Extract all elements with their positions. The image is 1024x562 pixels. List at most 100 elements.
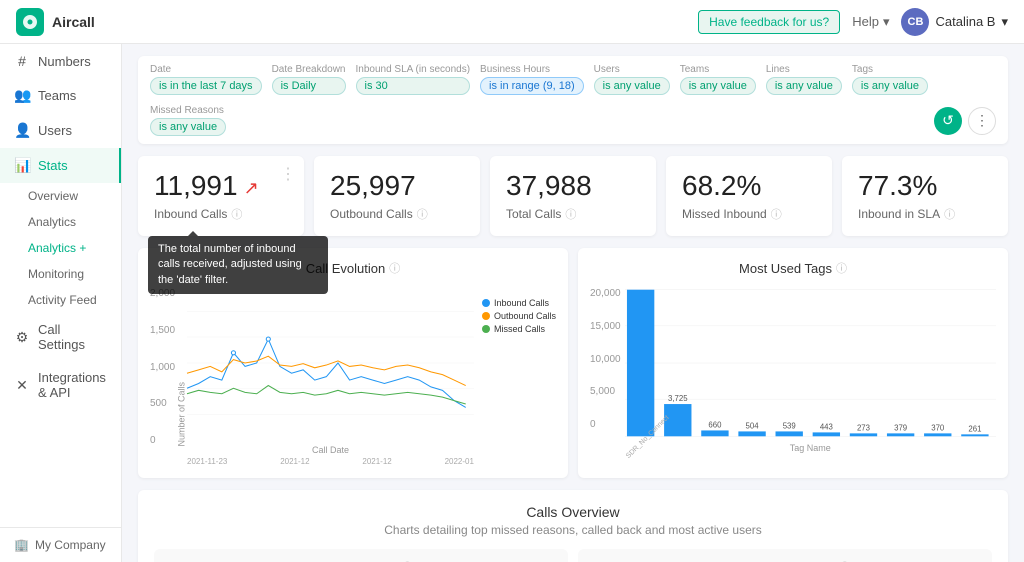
- filter-lines-value[interactable]: is any value: [766, 77, 842, 95]
- info-icon[interactable]: ⓘ: [944, 206, 955, 222]
- sidebar-sub-label-activity: Activity Feed: [28, 293, 97, 307]
- inbound-tooltip: The total number of inbound calls receiv…: [148, 236, 328, 294]
- tags-chart-svg: 17,049 3,725 660 504 539: [625, 288, 996, 438]
- filter-date-label: Date: [150, 64, 262, 75]
- filter-breakdown-label: Date Breakdown: [272, 64, 346, 75]
- stat-label-inbound: Inbound Calls ⓘ: [154, 206, 288, 222]
- info-icon[interactable]: ⓘ: [231, 206, 242, 222]
- svg-text:379: 379: [894, 423, 907, 432]
- sidebar-label-numbers: Numbers: [38, 54, 91, 69]
- svg-text:273: 273: [857, 423, 870, 432]
- sidebar-sub-monitoring[interactable]: Monitoring: [0, 261, 121, 287]
- info-icon[interactable]: ⓘ: [771, 206, 782, 222]
- sidebar-item-users[interactable]: 👤 Users: [0, 113, 121, 148]
- sidebar-item-integrations[interactable]: ✕ Integrations & API: [0, 361, 121, 409]
- stat-more-icon[interactable]: ⋮: [280, 164, 296, 184]
- sidebar-item-call-settings[interactable]: ⚙ Call Settings: [0, 313, 121, 361]
- sidebar-label-company: My Company: [35, 538, 106, 552]
- filter-sla-label: Inbound SLA (in seconds): [356, 64, 471, 75]
- sidebar-sub-label-monitoring: Monitoring: [28, 267, 84, 281]
- sidebar-label-call-settings: Call Settings: [38, 322, 107, 352]
- legend-dot-inbound: [482, 299, 490, 307]
- filter-tags-value[interactable]: is any value: [852, 77, 928, 95]
- user-name: Catalina B: [935, 14, 995, 29]
- filter-sla: Inbound SLA (in seconds) is 30: [356, 64, 471, 95]
- user-menu[interactable]: CB Catalina B ▾: [901, 8, 1008, 36]
- topbar: Aircall Have feedback for us? Help ▾ CB …: [0, 0, 1024, 44]
- x-axis-title: Call Date: [187, 445, 474, 455]
- trend-arrow-icon: ↗: [244, 178, 259, 199]
- filter-users-value[interactable]: is any value: [594, 77, 670, 95]
- stat-card-sla: 77.3% Inbound in SLA ⓘ: [842, 156, 1008, 236]
- missed-reasons-chart: Missed Reasons ⓘ 3,000 1,500 0 2,762: [154, 549, 568, 562]
- stat-value-outbound: 25,997: [330, 170, 464, 202]
- more-options-button[interactable]: ⋮: [968, 107, 996, 135]
- svg-text:261: 261: [968, 424, 981, 433]
- stat-label-missed: Missed Inbound ⓘ: [682, 206, 816, 222]
- chart-plot-area: Number of Calls: [187, 288, 474, 466]
- filter-hours: Business Hours is in range (9, 18): [480, 64, 584, 95]
- info-icon[interactable]: ⓘ: [836, 260, 847, 276]
- stat-card-missed: 68.2% Missed Inbound ⓘ: [666, 156, 832, 236]
- stat-card-outbound: 25,997 Outbound Calls ⓘ: [314, 156, 480, 236]
- stat-card-inbound: ⋮ 11,991 ↗ Inbound Calls ⓘ The total num…: [138, 156, 304, 236]
- filter-missed: Missed Reasons is any value: [150, 105, 226, 136]
- filter-breakdown: Date Breakdown is Daily: [272, 64, 346, 95]
- help-button[interactable]: Help ▾: [852, 14, 889, 30]
- svg-text:370: 370: [931, 423, 945, 432]
- refresh-button[interactable]: ↺: [934, 107, 962, 135]
- sidebar-item-teams[interactable]: 👥 Teams: [0, 78, 121, 113]
- sidebar-sub-label-overview: Overview: [28, 189, 78, 203]
- filter-breakdown-value[interactable]: is Daily: [272, 77, 346, 95]
- most-used-tags-title: Most Used Tags ⓘ: [578, 248, 1008, 280]
- filter-hours-value[interactable]: is in range (9, 18): [480, 77, 584, 95]
- chevron-down-icon: ▾: [1001, 14, 1008, 30]
- filter-missed-label: Missed Reasons: [150, 105, 226, 116]
- sidebar-sub-activity-feed[interactable]: Activity Feed: [0, 287, 121, 313]
- avatar: CB: [901, 8, 929, 36]
- teams-icon: 👥: [14, 87, 30, 104]
- x-axis-labels: 2021-11-23 2021-12 2021-12 2022-01: [187, 457, 474, 466]
- info-icon[interactable]: ⓘ: [565, 206, 576, 222]
- sidebar-item-stats[interactable]: 📊 Stats: [0, 148, 121, 183]
- filter-tags-label: Tags: [852, 64, 928, 75]
- filter-lines: Lines is any value: [766, 64, 842, 95]
- settings-icon: ⚙: [14, 329, 30, 346]
- filter-teams-value[interactable]: is any value: [680, 77, 756, 95]
- call-evolution-legend: Inbound Calls Outbound Calls Missed Call…: [482, 288, 556, 466]
- info-icon[interactable]: ⓘ: [417, 206, 428, 222]
- filter-sla-value[interactable]: is 30: [356, 77, 471, 95]
- most-used-tags-card: Most Used Tags ⓘ 20,000 15,000 10,000 5,…: [578, 248, 1008, 478]
- stat-value-missed: 68.2%: [682, 170, 816, 202]
- legend-outbound: Outbound Calls: [482, 311, 556, 321]
- sidebar-label-stats: Stats: [38, 158, 68, 173]
- sidebar-footer-company[interactable]: 🏢 My Company: [0, 527, 121, 562]
- sidebar-item-numbers[interactable]: # Numbers: [0, 44, 121, 78]
- svg-text:3,725: 3,725: [668, 394, 688, 403]
- sidebar-sub-overview[interactable]: Overview: [0, 183, 121, 209]
- call-type-weekday-chart: Call Type - Week Day ⓘ 10,000 0 2,898: [578, 549, 992, 562]
- feedback-button[interactable]: Have feedback for us?: [698, 10, 840, 34]
- legend-inbound: Inbound Calls: [482, 298, 556, 308]
- info-icon[interactable]: ⓘ: [389, 260, 400, 276]
- filter-date-value[interactable]: is in the last 7 days: [150, 77, 262, 95]
- integrations-icon: ✕: [14, 377, 30, 394]
- filter-date: Date is in the last 7 days: [150, 64, 262, 95]
- tags-x-axis: SDR_No_Connect: [625, 455, 996, 462]
- calls-overview-title: Calls Overview: [154, 504, 992, 520]
- main-layout: # Numbers 👥 Teams 👤 Users 📊 Stats Overvi…: [0, 44, 1024, 562]
- filter-tags: Tags is any value: [852, 64, 928, 95]
- sidebar-sub-analytics[interactable]: Analytics: [0, 209, 121, 235]
- calls-overview-subtitle: Charts detailing top missed reasons, cal…: [154, 523, 992, 537]
- users-icon: 👤: [14, 122, 30, 139]
- topbar-right: Have feedback for us? Help ▾ CB Catalina…: [698, 8, 1008, 36]
- call-evolution-svg: [187, 288, 474, 438]
- filter-missed-value[interactable]: is any value: [150, 118, 226, 136]
- call-evolution-area: 2,000 1,500 1,000 500 0 Number of Calls: [138, 280, 568, 478]
- sidebar-sub-analytics-plus[interactable]: Analytics +: [0, 235, 121, 261]
- y-axis-title: Number of Calls: [176, 382, 186, 447]
- svg-text:539: 539: [782, 421, 795, 430]
- topbar-left: Aircall: [16, 8, 95, 36]
- sidebar: # Numbers 👥 Teams 👤 Users 📊 Stats Overvi…: [0, 44, 122, 562]
- sidebar-label-integrations: Integrations & API: [38, 370, 107, 400]
